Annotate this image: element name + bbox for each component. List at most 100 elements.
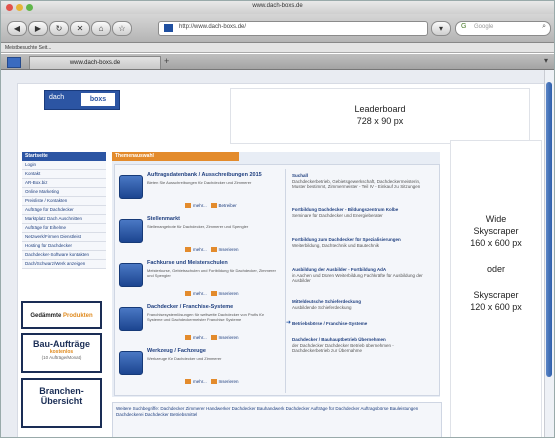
- nav-item[interactable]: Kontakt: [22, 170, 106, 179]
- bookmark-item-most-visited[interactable]: Meistbesuchte Seit...: [5, 45, 51, 51]
- badge-text-part1: Gedämmte: [30, 313, 62, 319]
- topic-text: Meisterkurse, Gebietsschulen und Fortbil…: [147, 268, 276, 278]
- nav-item[interactable]: Aufträge für Dachdecker: [22, 206, 106, 215]
- badge-text: Gedämmte Produkten: [23, 303, 100, 329]
- tab-bar: www.dach-boxs.de + ▾: [1, 54, 554, 70]
- more-link[interactable]: mehr...: [193, 291, 207, 296]
- action-link[interactable]: Inserieren: [219, 291, 239, 296]
- action-link[interactable]: Inserieren: [219, 379, 239, 384]
- logo-text-boxs: boxs: [81, 93, 115, 106]
- scrollbar-thumb[interactable]: [546, 82, 552, 377]
- topic-row[interactable]: Mitteldeutsche Schieferdeckung Ausbilden…: [292, 299, 428, 310]
- addon-button[interactable]: ▾: [431, 21, 451, 36]
- nav-item[interactable]: Hosting für Dachdecker: [22, 242, 106, 251]
- stop-button[interactable]: ✕: [70, 21, 90, 36]
- nav-item[interactable]: Preisliste / Kontakten: [22, 197, 106, 206]
- more-link[interactable]: mehr...: [193, 203, 207, 208]
- dropdown-icon: ▾: [438, 24, 443, 33]
- tab-dach-boxs[interactable]: www.dach-boxs.de: [29, 56, 161, 69]
- nav-item[interactable]: Marktplatz Dach Auschnitten: [22, 215, 106, 224]
- nav-item[interactable]: Netzwerk/Firmen Dienstleist: [22, 233, 106, 242]
- address-bar-url: http://www.dach-boxs.de/: [179, 24, 247, 30]
- action-link[interactable]: Inserieren: [219, 335, 239, 340]
- badge-line2: Übersicht: [40, 396, 83, 406]
- topic-text: Franchisesystemlösungen für weltweite Da…: [147, 312, 264, 322]
- badge-bau-auftraege[interactable]: Bau-Aufträge kostenlos (10 Aufträge/Mona…: [21, 333, 102, 373]
- search-field[interactable]: G Google ⌕: [455, 21, 551, 36]
- topic-row[interactable]: Dachdecker / Bauhauptbetrieb Übernehmen …: [292, 337, 428, 354]
- topic-row[interactable]: ➜ Betriebsbörse / Franchise-Systeme: [286, 320, 428, 327]
- topic-title[interactable]: Werkzeug / Fachzeuge: [147, 348, 206, 354]
- window-title: www.dach-boxs.de: [252, 3, 303, 9]
- new-tab-button[interactable]: +: [164, 56, 169, 66]
- back-button[interactable]: ◀: [7, 21, 27, 36]
- topic-title[interactable]: Dachdecker / Franchise-Systeme: [147, 304, 233, 310]
- topic-image-icon[interactable]: [119, 263, 143, 287]
- site-container: dach boxs Leaderboard 728 x 90 px Starts…: [17, 83, 547, 437]
- address-bar[interactable]: http://www.dach-boxs.de/: [158, 21, 428, 36]
- topic-title[interactable]: Auftragsdatenbank / Ausschreibungen 2015: [147, 172, 262, 178]
- more-icon: [185, 335, 191, 341]
- topic-row-text: der Dachdecker Dachdecker Betrieb überne…: [292, 342, 394, 354]
- nav-header[interactable]: Startseite: [22, 152, 106, 161]
- sky-line2: Skyscraper: [473, 226, 519, 236]
- action-link[interactable]: Betreiber: [219, 203, 237, 208]
- reload-icon: ↻: [55, 24, 63, 33]
- badge-note: (10 Aufträge/Monat): [41, 355, 82, 360]
- site-favicon-icon: [164, 24, 173, 32]
- tab-label: www.dach-boxs.de: [69, 60, 121, 66]
- bookmark-button[interactable]: ☆: [112, 21, 132, 36]
- topic-row[interactable]: Ausbildung der Ausbilder - Fortbildung A…: [292, 267, 428, 284]
- home-button[interactable]: ⌂: [91, 21, 111, 36]
- stop-icon: ✕: [76, 24, 84, 33]
- logo-text-dach: dach: [49, 94, 65, 101]
- nav-item[interactable]: Login: [22, 161, 106, 170]
- badge-branchen-uebersicht[interactable]: Branchen- Übersicht: [21, 378, 102, 428]
- topic-title[interactable]: Stellenmarkt: [147, 216, 180, 222]
- search-icon[interactable]: ⌕: [542, 23, 546, 31]
- topic-row[interactable]: Fortbildung Dachdecker - Bildungszentrum…: [292, 207, 428, 218]
- sky-line5: 120 x 600 px: [470, 302, 522, 312]
- topic-card: Dachdecker / Franchise-Systeme Franchise…: [119, 301, 277, 343]
- nav-item[interactable]: Aufträge für Eihelme: [22, 224, 106, 233]
- topic-row-title: Fortbildung zum Dachdecker für Spezialis…: [292, 237, 401, 242]
- topic-row[interactable]: Fortbildung zum Dachdecker für Spezialis…: [292, 237, 428, 248]
- reload-button[interactable]: ↻: [49, 21, 69, 36]
- toolbar: ◀ ▶ ↻ ✕ ⌂ ☆ http://www.dach-boxs.de/ ▾ G…: [1, 14, 554, 43]
- action-icon: [210, 335, 217, 341]
- topic-image-icon[interactable]: [119, 307, 143, 331]
- action-icon: [210, 291, 217, 297]
- topic-row-text: in Aachen und Düren Weiterbildung Fachkr…: [292, 272, 423, 284]
- site-logo[interactable]: dach boxs: [44, 90, 120, 110]
- topic-image-icon[interactable]: [119, 219, 143, 243]
- topics-right-column: Suchall Dachdeckerbetrieb, Gebietsgewerk…: [285, 169, 434, 393]
- more-link[interactable]: mehr...: [193, 335, 207, 340]
- bookmark-icon: ☆: [118, 24, 126, 33]
- skyscraper-ad[interactable]: Wide Skyscraper 160 x 600 px oder Skyscr…: [450, 140, 542, 437]
- topic-image-icon[interactable]: [119, 175, 143, 199]
- tab-list-icon[interactable]: ▾: [544, 56, 548, 65]
- nav-item[interactable]: Dach/Schwarz/Werk anzeigen: [22, 260, 106, 269]
- nav-item[interactable]: AR-Box.biz: [22, 179, 106, 188]
- more-link[interactable]: mehr...: [193, 247, 207, 252]
- badge-title: Bau-Aufträge: [32, 339, 90, 349]
- leaderboard-title: Leaderboard: [354, 104, 406, 114]
- forward-button[interactable]: ▶: [28, 21, 48, 36]
- action-icon: [210, 379, 217, 385]
- more-icon: [185, 379, 191, 385]
- left-navigation: Startseite Login Kontakt AR-Box.biz Onli…: [22, 152, 106, 269]
- topic-title[interactable]: Fachkurse und Meisterschulen: [147, 260, 228, 266]
- badge-line1: Branchen-: [39, 386, 84, 396]
- action-link[interactable]: Inserieren: [219, 247, 239, 252]
- tab-overview-icon[interactable]: [7, 57, 21, 68]
- nav-item[interactable]: Dachdecker-Software kontakten: [22, 251, 106, 260]
- leaderboard-ad[interactable]: Leaderboard 728 x 90 px: [230, 88, 530, 144]
- topic-row[interactable]: Suchall Dachdeckerbetrieb, Gebietsgewerk…: [292, 173, 428, 190]
- badge-gedaemmte-produkte[interactable]: Gedämmte Produkten: [21, 301, 102, 329]
- browser-window: www.dach-boxs.de ◀ ▶ ↻ ✕ ⌂ ☆ http://www.…: [0, 0, 555, 438]
- vertical-scrollbar[interactable]: [544, 70, 554, 437]
- more-icon: [185, 291, 191, 297]
- more-link[interactable]: mehr...: [193, 379, 207, 384]
- nav-item[interactable]: Online Marketing: [22, 188, 106, 197]
- topic-image-icon[interactable]: [119, 351, 143, 375]
